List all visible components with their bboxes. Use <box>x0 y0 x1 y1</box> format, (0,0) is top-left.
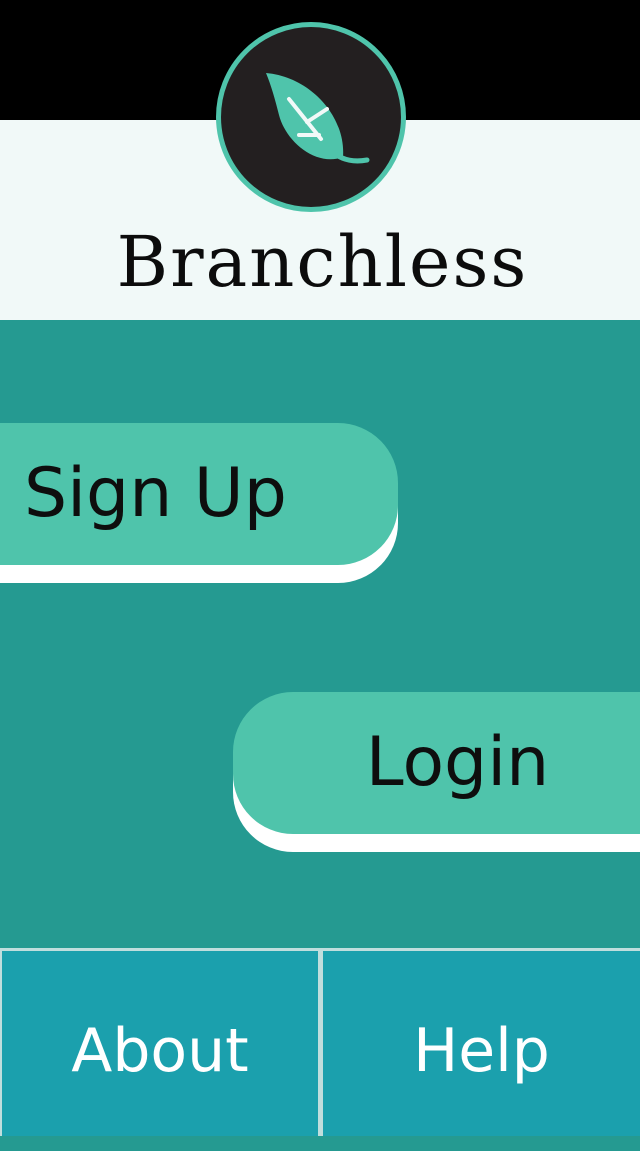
app-logo <box>216 22 406 212</box>
main-panel <box>0 320 640 948</box>
sign-up-button[interactable]: Sign Up <box>0 423 398 565</box>
login-button[interactable]: Login <box>233 692 640 834</box>
about-button[interactable]: About <box>2 951 318 1136</box>
help-button[interactable]: Help <box>323 951 640 1136</box>
app-title: Branchless <box>116 221 529 303</box>
leaf-icon <box>266 73 370 164</box>
